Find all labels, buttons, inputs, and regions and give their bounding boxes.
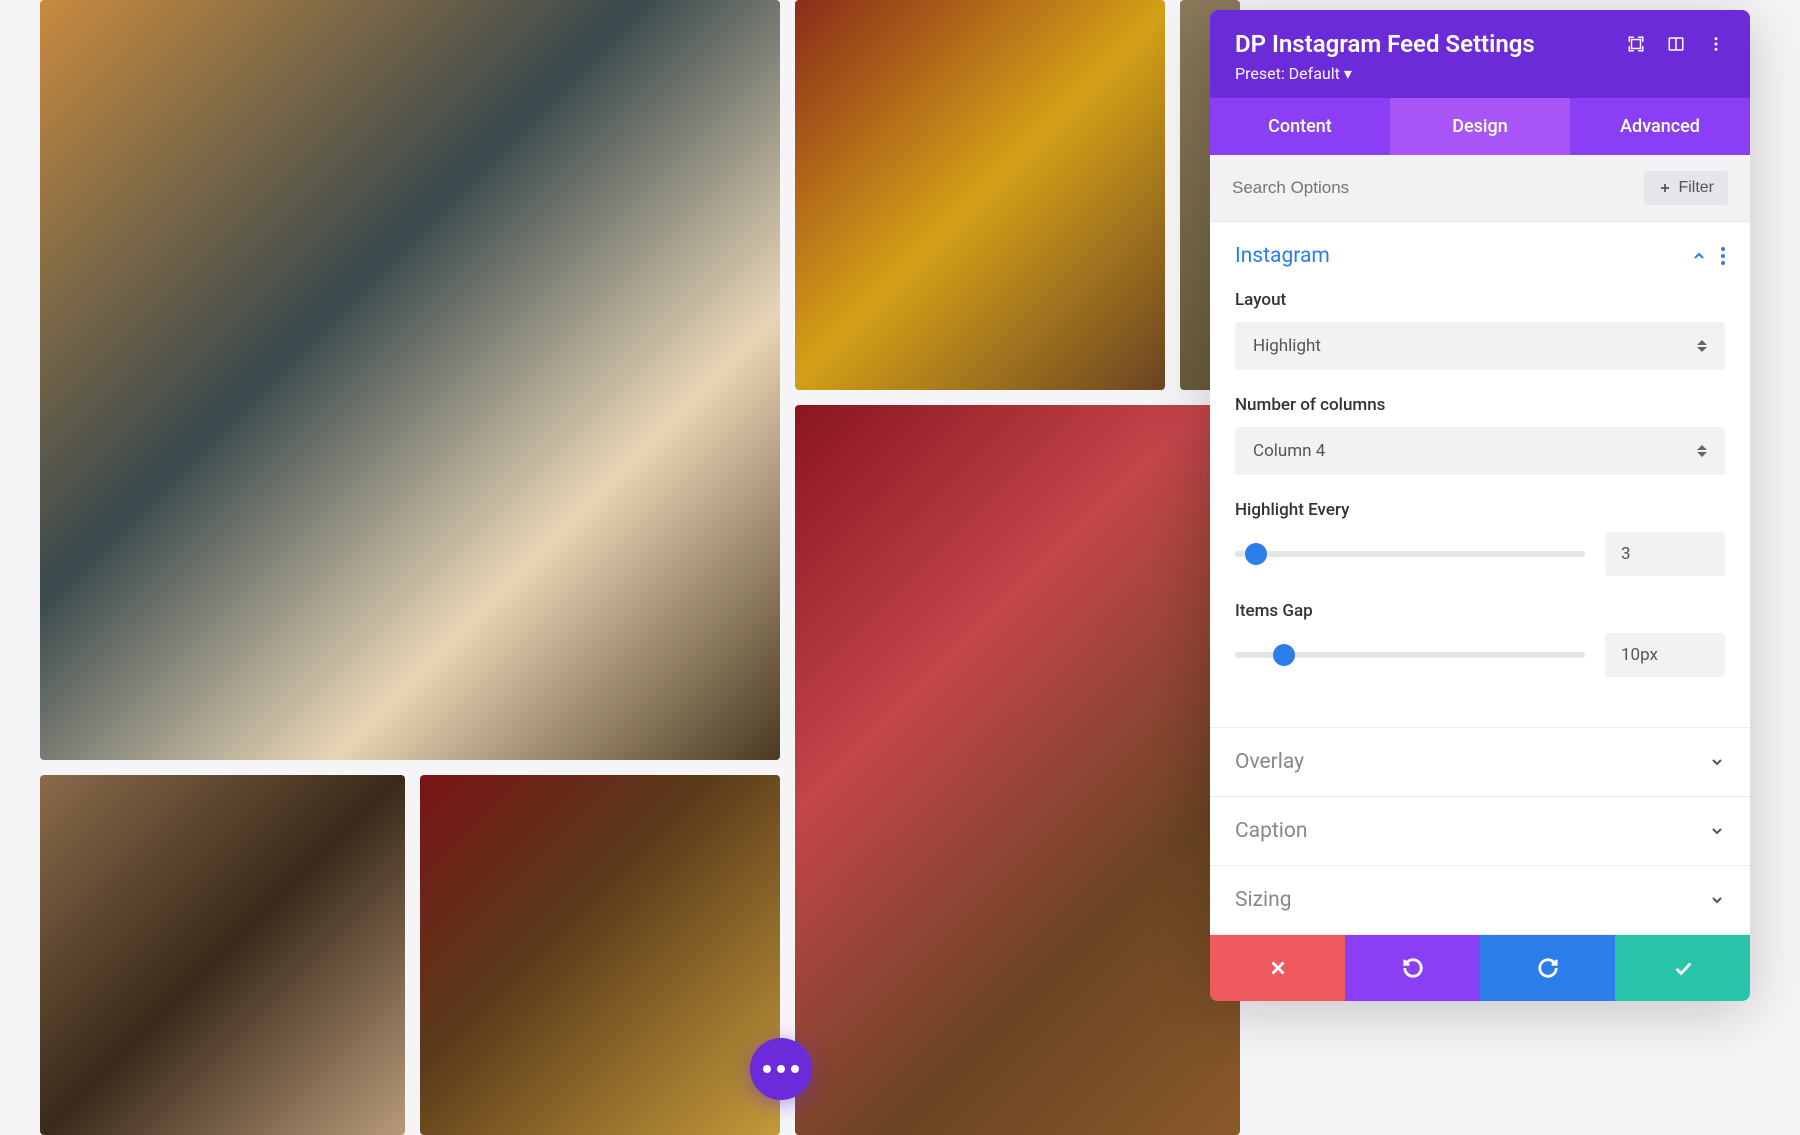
- undo-icon: [1402, 957, 1424, 979]
- panel-body: Instagram Layout Highlight Number of col…: [1210, 222, 1750, 935]
- field-highlight-every: Highlight Every 3: [1235, 500, 1725, 576]
- section-title: Instagram: [1235, 244, 1330, 268]
- settings-panel: DP Instagram Feed Settings Preset: Defau…: [1210, 10, 1750, 1001]
- select-arrows-icon: [1697, 340, 1707, 352]
- tab-content[interactable]: Content: [1210, 98, 1390, 155]
- section-header-overlay[interactable]: Overlay: [1210, 728, 1750, 796]
- feed-image[interactable]: [795, 0, 1165, 390]
- section-header-instagram[interactable]: Instagram: [1210, 222, 1750, 290]
- filter-label: Filter: [1678, 179, 1714, 197]
- columns-label: Number of columns: [1235, 395, 1725, 415]
- close-icon: [1267, 957, 1289, 979]
- expand-icon[interactable]: [1627, 35, 1645, 53]
- save-button[interactable]: [1615, 935, 1750, 1001]
- search-bar: Filter: [1210, 155, 1750, 222]
- section-caption: Caption: [1210, 797, 1750, 866]
- more-icon[interactable]: [1707, 35, 1725, 53]
- feed-image[interactable]: [795, 405, 1240, 1135]
- feed-image[interactable]: [420, 775, 780, 1135]
- highlight-label: Highlight Every: [1235, 500, 1725, 520]
- responsive-icon[interactable]: [1667, 35, 1685, 53]
- preset-selector[interactable]: Preset: Default ▾: [1235, 64, 1725, 83]
- panel-header: DP Instagram Feed Settings Preset: Defau…: [1210, 10, 1750, 98]
- tab-design[interactable]: Design: [1390, 98, 1570, 155]
- section-header-caption[interactable]: Caption: [1210, 797, 1750, 865]
- section-header-sizing[interactable]: Sizing: [1210, 866, 1750, 934]
- section-title: Caption: [1235, 819, 1307, 843]
- layout-select[interactable]: Highlight: [1235, 322, 1725, 370]
- layout-label: Layout: [1235, 290, 1725, 310]
- filter-button[interactable]: Filter: [1644, 171, 1728, 205]
- image-feed-grid: [40, 0, 1240, 1135]
- check-icon: [1672, 957, 1694, 979]
- slider-thumb[interactable]: [1273, 644, 1295, 666]
- slider-thumb[interactable]: [1245, 543, 1267, 565]
- plus-icon: [1658, 181, 1672, 195]
- tab-advanced[interactable]: Advanced: [1570, 98, 1750, 155]
- section-title: Overlay: [1235, 750, 1304, 774]
- section-instagram: Instagram Layout Highlight Number of col…: [1210, 222, 1750, 728]
- floating-action-button[interactable]: [750, 1038, 812, 1100]
- undo-button[interactable]: [1345, 935, 1480, 1001]
- action-bar: [1210, 935, 1750, 1001]
- redo-icon: [1537, 957, 1559, 979]
- field-items-gap: Items Gap 10px: [1235, 601, 1725, 677]
- cancel-button[interactable]: [1210, 935, 1345, 1001]
- panel-title: DP Instagram Feed Settings: [1235, 30, 1535, 58]
- feed-image[interactable]: [40, 0, 780, 760]
- section-overlay: Overlay: [1210, 728, 1750, 797]
- feed-image[interactable]: [40, 775, 405, 1135]
- chevron-up-icon: [1691, 248, 1707, 264]
- highlight-slider[interactable]: [1235, 551, 1585, 557]
- gap-value-input[interactable]: 10px: [1605, 633, 1725, 677]
- layout-value: Highlight: [1253, 336, 1321, 356]
- gap-label: Items Gap: [1235, 601, 1725, 621]
- chevron-down-icon: [1709, 892, 1725, 908]
- redo-button[interactable]: [1480, 935, 1615, 1001]
- field-columns: Number of columns Column 4: [1235, 395, 1725, 475]
- settings-tabs: Content Design Advanced: [1210, 98, 1750, 155]
- field-layout: Layout Highlight: [1235, 290, 1725, 370]
- section-sizing: Sizing: [1210, 866, 1750, 935]
- columns-value: Column 4: [1253, 441, 1325, 461]
- chevron-down-icon: [1709, 754, 1725, 770]
- section-options-icon[interactable]: [1721, 247, 1725, 265]
- section-title: Sizing: [1235, 888, 1292, 912]
- highlight-value-input[interactable]: 3: [1605, 532, 1725, 576]
- select-arrows-icon: [1697, 445, 1707, 457]
- gap-slider[interactable]: [1235, 652, 1585, 658]
- search-input[interactable]: [1232, 178, 1644, 198]
- columns-select[interactable]: Column 4: [1235, 427, 1725, 475]
- chevron-down-icon: [1709, 823, 1725, 839]
